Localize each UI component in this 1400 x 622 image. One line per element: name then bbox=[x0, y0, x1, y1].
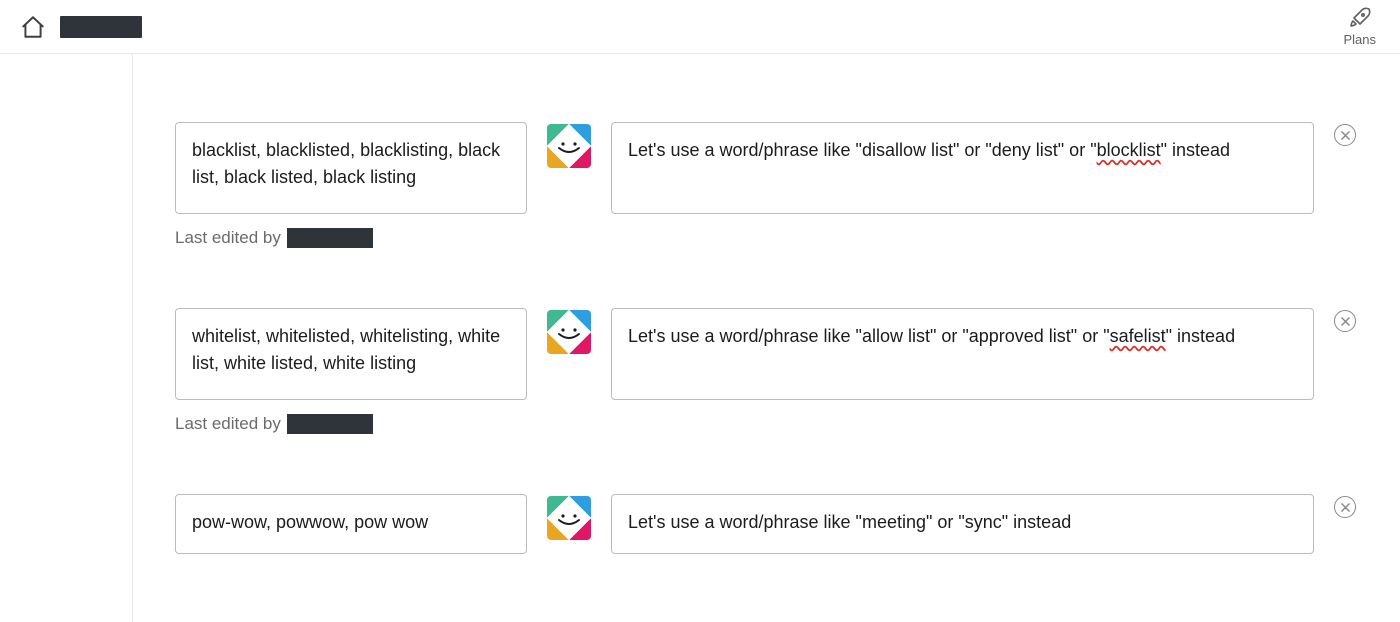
home-icon[interactable] bbox=[20, 14, 46, 40]
content: blacklist, blacklisted, blacklisting, bl… bbox=[133, 54, 1400, 622]
slackbot-avatar-icon bbox=[547, 310, 591, 354]
trigger-input[interactable]: pow-wow, powwow, pow wow bbox=[175, 494, 527, 554]
response-text: " instead bbox=[1161, 140, 1230, 160]
slackbot-avatar-icon bbox=[547, 496, 591, 540]
sidebar bbox=[0, 54, 133, 622]
bot-avatar-col bbox=[547, 308, 591, 400]
rule-main: pow-wow, powwow, pow wow Let's use a word… bbox=[175, 494, 1360, 554]
spellcheck-squiggle: safelist bbox=[1110, 326, 1166, 346]
workspace-name-redacted[interactable] bbox=[60, 16, 142, 38]
trigger-input[interactable]: whitelist, whitelisted, whitelisting, wh… bbox=[175, 308, 527, 400]
delete-col bbox=[1334, 122, 1360, 214]
spellcheck-squiggle: blocklist bbox=[1097, 140, 1161, 160]
header: Plans bbox=[0, 0, 1400, 54]
rule-row: whitelist, whitelisted, whitelisting, wh… bbox=[175, 308, 1360, 434]
response-input[interactable]: Let's use a word/phrase like "disallow l… bbox=[611, 122, 1314, 214]
header-left bbox=[20, 14, 142, 40]
editor-name-redacted bbox=[287, 414, 373, 434]
rule-row: blacklist, blacklisted, blacklisting, bl… bbox=[175, 122, 1360, 248]
last-edited-label: Last edited by bbox=[175, 228, 281, 248]
response-text: Let's use a word/phrase like "disallow l… bbox=[628, 140, 1097, 160]
last-edited-meta: Last edited by bbox=[175, 228, 1360, 248]
delete-rule-button[interactable] bbox=[1334, 496, 1356, 518]
delete-col bbox=[1334, 494, 1360, 554]
body: blacklist, blacklisted, blacklisting, bl… bbox=[0, 54, 1400, 622]
delete-rule-button[interactable] bbox=[1334, 124, 1356, 146]
bot-avatar-col bbox=[547, 122, 591, 214]
last-edited-meta: Last edited by bbox=[175, 414, 1360, 434]
rocket-icon bbox=[1348, 6, 1372, 30]
rules-list: blacklist, blacklisted, blacklisting, bl… bbox=[175, 122, 1360, 554]
response-text: " instead bbox=[1166, 326, 1235, 346]
rule-row: pow-wow, powwow, pow wow Let's use a word… bbox=[175, 494, 1360, 554]
plans-label: Plans bbox=[1343, 32, 1376, 47]
trigger-input[interactable]: blacklist, blacklisted, blacklisting, bl… bbox=[175, 122, 527, 214]
editor-name-redacted bbox=[287, 228, 373, 248]
slackbot-avatar-icon bbox=[547, 124, 591, 168]
plans-button[interactable]: Plans bbox=[1343, 6, 1376, 47]
response-input[interactable]: Let's use a word/phrase like "allow list… bbox=[611, 308, 1314, 400]
delete-col bbox=[1334, 308, 1360, 400]
response-input[interactable]: Let's use a word/phrase like "meeting" o… bbox=[611, 494, 1314, 554]
response-text: Let's use a word/phrase like "meeting" o… bbox=[628, 512, 1071, 532]
rule-main: blacklist, blacklisted, blacklisting, bl… bbox=[175, 122, 1360, 214]
bot-avatar-col bbox=[547, 494, 591, 554]
last-edited-label: Last edited by bbox=[175, 414, 281, 434]
delete-rule-button[interactable] bbox=[1334, 310, 1356, 332]
response-text: Let's use a word/phrase like "allow list… bbox=[628, 326, 1110, 346]
rule-main: whitelist, whitelisted, whitelisting, wh… bbox=[175, 308, 1360, 400]
